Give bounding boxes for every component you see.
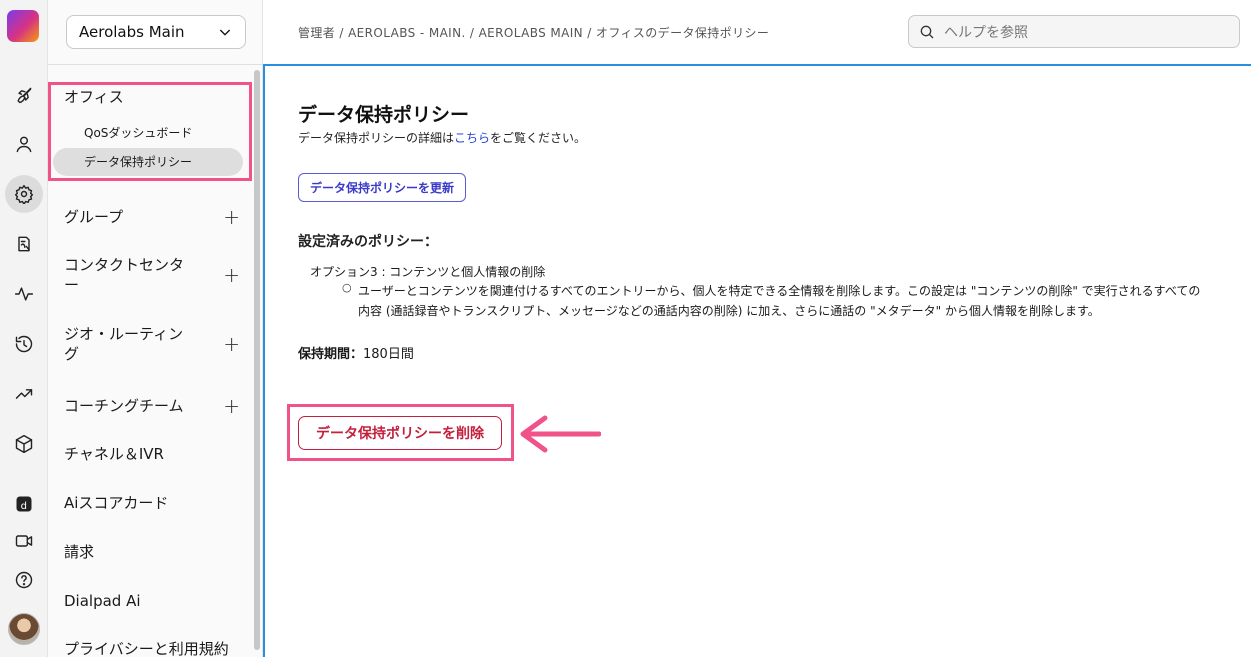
dialpad-logo-icon[interactable] [7,10,39,42]
settings-sidebar: Aerolabs Main オフィス QoSダッシュボード データ保持ポリシー … [48,0,263,659]
update-policy-button[interactable]: データ保持ポリシーを更新 [298,173,466,202]
plus-icon[interactable]: + [223,263,240,287]
plus-icon[interactable]: + [223,205,240,229]
sidebar-item-label: コーチングチーム [64,397,184,415]
sidebar-item-label: Dialpad Ai [64,592,141,610]
contacts-book-icon[interactable] [9,229,39,259]
help-icon[interactable] [9,565,39,595]
top-bar: 管理者 / AEROLABS - MAIN. / AEROLABS MAIN /… [263,0,1251,64]
video-icon[interactable] [9,526,39,556]
sidebar-item-billing[interactable]: 請求 [64,542,240,562]
user-avatar[interactable] [8,613,40,645]
sidebar-item-label: ジオ・ルーティング [64,325,184,363]
subtitle-suffix: をご覧ください。 [490,131,587,145]
sidebar-item-label: コンタクトセンター [64,256,185,294]
main-content: データ保持ポリシー データ保持ポリシーの詳細はこちらをご覧ください。 データ保持… [263,64,1251,657]
svg-text:d: d [21,501,27,512]
sidebar-item-coaching-teams[interactable]: コーチングチーム + [64,394,240,418]
activity-icon[interactable] [9,279,39,309]
sidebar-item-qos-dashboard[interactable]: QoSダッシュボード [84,124,192,141]
retention-label: 保持期間： [298,347,364,362]
delete-policy-button[interactable]: データ保持ポリシーを削除 [298,416,502,450]
sidebar-item-label: チャネル＆IVR [64,445,164,463]
details-link[interactable]: こちら [454,131,490,145]
search-placeholder: ヘルプを参照 [944,24,1028,41]
org-selector-value: Aerolabs Main [79,23,185,41]
help-search[interactable]: ヘルプを参照 [908,15,1240,48]
configured-policy-heading: 設定済みのポリシー： [298,234,438,250]
subtitle-prefix: データ保持ポリシーの詳細は [298,131,455,145]
sidebar-scrollbar[interactable] [254,70,260,650]
sidebar-item-dialpad-ai[interactable]: Dialpad Ai [64,591,240,611]
search-icon [920,25,934,38]
policy-option-title: オプション3 : コンテンツと個人情報の削除 [310,265,546,279]
gear-icon[interactable] [5,175,43,213]
sidebar-item-groups[interactable]: グループ + [64,205,240,229]
sidebar-item-privacy-terms[interactable]: プライバシーと利用規約 [64,639,240,659]
sidebar-item-label: グループ [64,208,124,226]
org-selector[interactable]: Aerolabs Main [66,15,246,49]
page-subtitle: データ保持ポリシーの詳細はこちらをご覧ください。 [298,129,586,146]
policy-option-description: ユーザーとコンテンツを関連付けるすべてのエントリーから、個人を特定できる全情報を… [358,284,1201,318]
sidebar-item-ai-scorecards[interactable]: Aiスコアカード [64,493,240,513]
icon-rail: d [0,0,48,657]
bullet-icon: ○ [342,281,352,294]
trending-up-icon[interactable] [9,379,39,409]
rocket-icon[interactable] [9,80,39,110]
sidebar-item-data-retention[interactable]: データ保持ポリシー [53,148,243,176]
breadcrumb: 管理者 / AEROLABS - MAIN. / AEROLABS MAIN /… [298,26,770,40]
page-title: データ保持ポリシー [298,104,470,126]
cube-icon[interactable] [9,429,39,459]
sidebar-item-geo-routing[interactable]: ジオ・ルーティング + [64,324,240,364]
history-icon[interactable] [9,329,39,359]
plus-icon[interactable]: + [223,332,240,356]
annotation-arrow-icon [520,415,601,453]
sidebar-item-label: Aiスコアカード [64,494,169,512]
person-icon[interactable] [9,129,39,159]
sidebar-section-office[interactable]: オフィス [64,86,124,107]
sidebar-item-channels-ivr[interactable]: チャネル＆IVR [64,444,240,464]
sidebar-item-label: プライバシーと利用規約 [64,640,229,658]
sidebar-item-label: 請求 [64,543,95,561]
sidebar-divider [48,64,263,65]
retention-value: 180日間 [363,347,414,362]
retention-period: 保持期間：180日間 [298,343,414,362]
chevron-down-icon [219,29,231,36]
dialpad-app-icon[interactable]: d [9,489,39,519]
sidebar-item-contact-center[interactable]: コンタクトセンター + [64,255,240,295]
plus-icon[interactable]: + [223,394,240,418]
